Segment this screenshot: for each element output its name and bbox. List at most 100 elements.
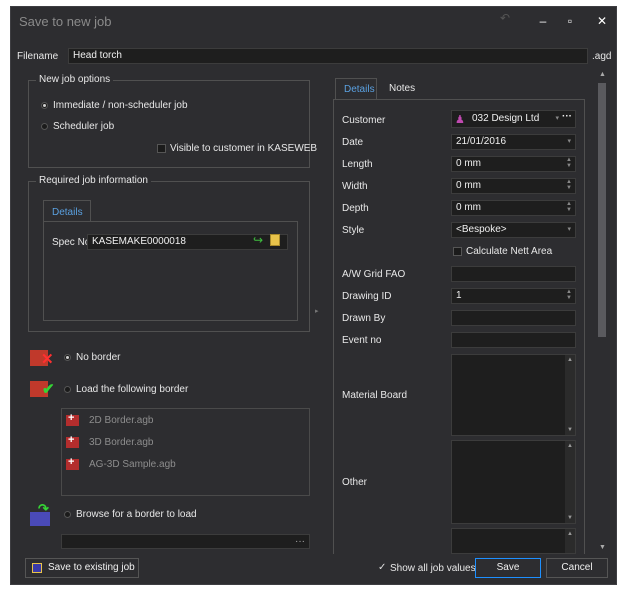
style-label: Style [342,225,365,236]
material-board-textarea[interactable]: ▲ ▼ [451,354,576,436]
aw-grid-fao-label: A/W Grid FAO [342,269,406,280]
window-title: Save to new job [19,14,112,29]
scroll-down-icon[interactable]: ▼ [567,515,573,521]
save-to-existing-job-label: Save to existing job [48,562,135,573]
drawn-by-input[interactable] [451,310,576,326]
customer-label: Customer [342,115,386,126]
date-input[interactable]: 21/01/2016 ▾ [451,134,576,150]
calculate-nett-area-checkbox[interactable] [453,247,462,256]
tab-notes[interactable]: Notes [381,78,421,100]
refresh-arrow-icon[interactable]: ↪ [253,233,263,247]
border-file-icon [66,434,79,448]
cancel-button[interactable]: Cancel [546,558,608,578]
calculate-nett-area-label: Calculate Nett Area [466,246,553,257]
spec-no-label: Spec No [52,237,91,248]
event-no-label: Event no [342,335,382,346]
browse-button[interactable]: ··· [295,536,305,547]
main-scrollbar[interactable]: ▲ ▼ [596,69,608,553]
border-file-icon [66,456,79,470]
no-border-label: No border [76,352,121,363]
extra-textarea[interactable]: ▲ [451,528,576,554]
border-file-icon [66,412,79,426]
no-border-radio[interactable] [64,354,71,361]
save-to-new-job-window: Save to new job ↶ ‒ ▫ ✕ Filename Head to… [10,6,617,585]
spinner-icon[interactable]: ▲ ▼ [566,201,572,213]
browse-border-input[interactable]: ··· [61,534,310,549]
date-value: 21/01/2016 [456,136,507,147]
spinner-icon[interactable]: ▲ ▼ [566,289,572,301]
no-border-icon: ✕ [28,347,56,369]
browse-border-radio[interactable] [64,511,71,518]
scroll-down-icon[interactable]: ▼ [567,427,573,433]
date-label: Date [342,137,364,148]
tab-required-details-label: Details [52,207,83,218]
scroll-thumb[interactable] [598,83,606,337]
chevron-down-icon[interactable]: ▾ [567,225,571,233]
required-info-title: Required job information [36,175,151,186]
minimize-button[interactable]: ‒ [535,14,551,28]
filename-label: Filename [17,51,59,62]
other-textarea[interactable]: ▲ ▼ [451,440,576,524]
depth-label: Depth [342,203,369,214]
other-scrollbar[interactable]: ▲ ▼ [565,441,575,523]
drawing-id-value: 1 [456,290,462,301]
length-input[interactable]: 0 mm ▲ ▼ [451,156,576,172]
scroll-up-icon[interactable]: ▲ [599,71,606,78]
border-file-label: 3D Border.agb [89,437,154,448]
aw-grid-fao-input[interactable] [451,266,576,282]
filename-suffix: .agd [592,51,612,62]
customer-person-icon: ♟ [455,114,465,126]
visible-to-customer-label: Visible to customer in KASEWEB [170,143,318,154]
other-label: Other [342,477,368,488]
drawing-id-input[interactable]: 1 ▲ ▼ [451,288,576,304]
drawn-by-label: Drawn By [342,313,386,324]
new-job-options-title: New job options [36,74,114,85]
material-board-label: Material Board [342,390,408,401]
immediate-job-radio[interactable] [41,102,48,109]
save-button[interactable]: Save [475,558,541,578]
scheduler-job-radio[interactable] [41,123,48,130]
scroll-up-icon[interactable]: ▲ [567,443,573,449]
drawing-id-label: Drawing ID [342,291,392,302]
close-button[interactable]: ✕ [594,14,610,28]
browse-folder-icon: ↷ [28,501,56,529]
save-disk-icon [32,563,42,573]
maximize-button[interactable]: ▫ [562,14,578,28]
more-options-icon[interactable]: ··· [562,111,572,122]
tab-required-details[interactable]: Details [43,200,91,222]
customer-select[interactable]: ♟ 032 Design Ltd ▾ ··· [451,110,576,128]
border-file-label: AG-3D Sample.agb [89,459,176,470]
scroll-up-icon[interactable]: ▲ [567,357,573,363]
extra-scrollbar[interactable]: ▲ [565,529,575,553]
show-all-checkmark-icon[interactable]: ✓ [378,562,386,573]
load-border-icon: ✔ [28,378,56,400]
filename-input[interactable]: Head torch [68,48,588,64]
scroll-up-icon[interactable]: ▲ [567,531,573,537]
visible-to-customer-checkbox[interactable] [157,144,166,153]
spinner-icon[interactable]: ▲ ▼ [566,179,572,191]
style-select[interactable]: <Bespoke> ▾ [451,222,576,238]
load-border-radio[interactable] [64,386,71,393]
back-arrow-icon: ↶ [499,11,511,25]
width-value: 0 mm [456,180,481,191]
scroll-down-icon[interactable]: ▼ [599,544,606,551]
chevron-down-icon[interactable]: ▾ [555,114,559,122]
browse-border-label: Browse for a border to load [76,509,197,520]
immediate-job-label: Immediate / non-scheduler job [53,100,188,111]
splitter-arrow-icon[interactable]: ▸ [315,307,319,315]
save-to-existing-job-button[interactable]: Save to existing job [25,558,139,578]
customer-value: 032 Design Ltd [472,113,540,124]
title-bar: Save to new job ↶ ‒ ▫ ✕ [11,7,616,35]
spinner-icon[interactable]: ▲ ▼ [566,157,572,169]
depth-input[interactable]: 0 mm ▲ ▼ [451,200,576,216]
border-file-label: 2D Border.agb [89,415,154,426]
tab-details[interactable]: Details [335,78,377,100]
load-border-label: Load the following border [76,384,189,395]
length-label: Length [342,159,373,170]
depth-value: 0 mm [456,202,481,213]
width-input[interactable]: 0 mm ▲ ▼ [451,178,576,194]
chevron-down-icon[interactable]: ▾ [567,137,571,145]
material-board-scrollbar[interactable]: ▲ ▼ [565,355,575,435]
clipboard-icon[interactable] [270,234,280,246]
event-no-input[interactable] [451,332,576,348]
